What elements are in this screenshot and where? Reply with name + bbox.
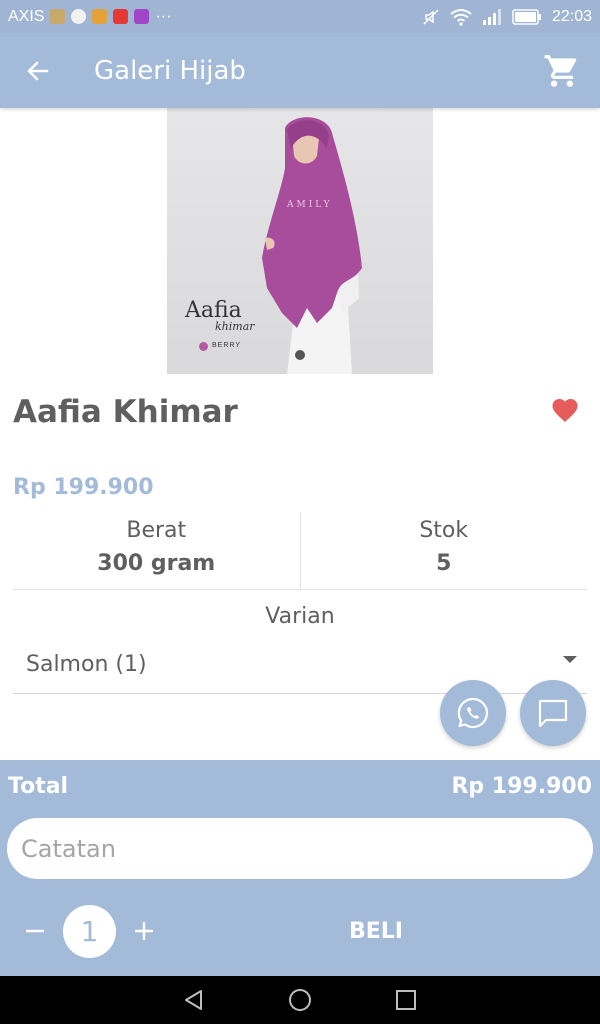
image-brand-subtext: khimar bbox=[215, 320, 255, 333]
weight-value: 300 gram bbox=[97, 551, 216, 576]
image-color-label: BERRY bbox=[212, 342, 241, 349]
decrease-quantity-button[interactable] bbox=[18, 908, 52, 954]
notes-input[interactable] bbox=[7, 818, 593, 879]
notification-icon bbox=[71, 9, 87, 24]
variant-selected-value: Salmon (1) bbox=[26, 652, 147, 677]
arrow-left-icon bbox=[27, 61, 49, 80]
mute-icon bbox=[423, 8, 439, 25]
stock-value: 5 bbox=[436, 551, 452, 576]
chat-icon bbox=[538, 699, 568, 728]
variant-label: Varian bbox=[265, 604, 335, 629]
dropdown-caret-icon bbox=[563, 656, 577, 663]
nav-recents-button[interactable] bbox=[392, 986, 420, 1014]
clock: 22:03 bbox=[551, 7, 592, 25]
youtube-icon bbox=[113, 9, 129, 24]
product-image[interactable]: AMILY Aafia khimar BERRY bbox=[167, 108, 433, 374]
circle-home-icon bbox=[289, 989, 311, 1011]
more-notifications-icon: ··· bbox=[155, 7, 172, 25]
battery-icon bbox=[512, 8, 541, 25]
triangle-back-icon bbox=[185, 990, 202, 1010]
nav-home-button[interactable] bbox=[286, 986, 314, 1014]
increase-quantity-button[interactable] bbox=[127, 908, 161, 954]
product-specs: Berat 300 gram Stok 5 bbox=[13, 512, 587, 590]
buy-button[interactable]: BELI bbox=[160, 905, 592, 958]
system-nav-bar bbox=[0, 976, 600, 1024]
product-price: Rp 199.900 bbox=[13, 475, 154, 500]
chat-button[interactable] bbox=[520, 680, 586, 746]
cart-icon bbox=[544, 54, 577, 87]
notification-icon bbox=[50, 9, 66, 24]
signal-icon bbox=[482, 8, 501, 25]
product-name: Aafia Khimar bbox=[13, 394, 238, 430]
weight-cell: Berat 300 gram bbox=[13, 512, 300, 589]
checkout-panel: Total Rp 199.900 1 BELI bbox=[0, 760, 600, 976]
color-swatch bbox=[199, 342, 208, 351]
total-value: Rp 199.900 bbox=[451, 774, 592, 799]
weight-label: Berat bbox=[126, 518, 187, 543]
page-title: Galeri Hijab bbox=[94, 55, 246, 86]
app-bar: Galeri Hijab bbox=[0, 33, 600, 108]
whatsapp-icon bbox=[457, 697, 489, 729]
status-left: AXIS ··· bbox=[8, 8, 171, 26]
carousel-indicator[interactable] bbox=[295, 350, 305, 360]
back-button[interactable] bbox=[0, 33, 76, 108]
wifi-icon bbox=[450, 8, 472, 26]
image-logo-text: AMILY bbox=[287, 200, 333, 210]
minus-icon bbox=[26, 929, 44, 933]
status-right: 22:03 bbox=[422, 8, 592, 26]
status-bar: AXIS ··· 22:03 bbox=[0, 0, 600, 33]
quantity-value[interactable]: 1 bbox=[63, 905, 116, 958]
favorite-button[interactable] bbox=[548, 392, 582, 426]
carrier-label: AXIS bbox=[8, 7, 45, 25]
cart-button[interactable] bbox=[524, 33, 600, 108]
total-label: Total bbox=[8, 774, 69, 799]
whatsapp-button[interactable] bbox=[440, 680, 506, 746]
product-photo bbox=[262, 117, 362, 374]
variant-dropdown[interactable]: Salmon (1) bbox=[13, 646, 587, 694]
notification-icon bbox=[92, 9, 108, 24]
plus-icon bbox=[135, 922, 153, 940]
square-recents-icon bbox=[396, 990, 416, 1010]
screen: AXIS ··· 22:03 Galeri Hijab AMILY Aafia … bbox=[0, 0, 600, 1024]
stock-cell: Stok 5 bbox=[299, 512, 588, 589]
notification-icon bbox=[134, 9, 150, 24]
nav-back-button[interactable] bbox=[180, 986, 208, 1014]
stock-label: Stok bbox=[419, 518, 469, 543]
heart-icon bbox=[552, 399, 578, 422]
